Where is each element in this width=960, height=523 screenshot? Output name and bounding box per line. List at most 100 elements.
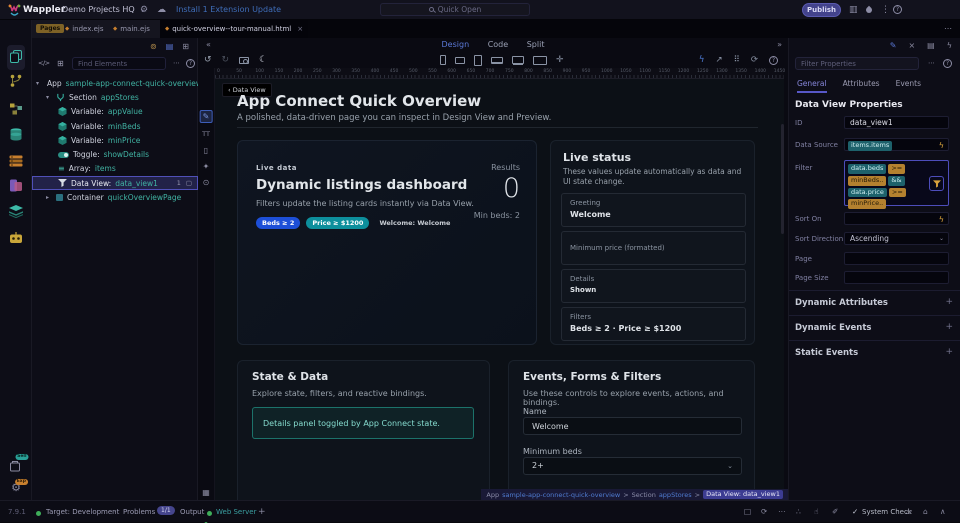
- large-display-icon[interactable]: [533, 56, 547, 65]
- visibility-tool-icon[interactable]: ⊙: [203, 178, 210, 187]
- grid-tool-icon[interactable]: ▦: [202, 488, 210, 497]
- text-tool-icon[interactable]: TT: [202, 130, 210, 138]
- blocks-icon[interactable]: ⠿: [734, 55, 740, 65]
- tab-code[interactable]: Code: [488, 40, 508, 49]
- style-tool-icon[interactable]: ✦: [203, 162, 210, 171]
- lightning-icon[interactable]: ϟ: [947, 41, 952, 50]
- phone-landscape-icon[interactable]: [455, 57, 465, 64]
- undo-icon[interactable]: ↺: [204, 55, 212, 65]
- filter-picker-button[interactable]: [929, 176, 944, 191]
- output-button[interactable]: Output: [180, 501, 204, 523]
- data-source-input[interactable]: items.items ϟ: [844, 138, 949, 151]
- copy-icon[interactable]: ▢: [186, 179, 192, 187]
- sort-on-input[interactable]: ϟ: [844, 212, 949, 225]
- screenshot-icon[interactable]: [239, 57, 249, 64]
- columns-icon[interactable]: ▥: [849, 0, 858, 20]
- tab-events[interactable]: Events: [896, 79, 921, 93]
- sidebar-ai-robot-icon[interactable]: [9, 229, 23, 248]
- tree-item-data-view-selected[interactable]: Data View:data_view1 1▢: [32, 176, 198, 190]
- quick-open-input[interactable]: Quick Open: [380, 3, 530, 16]
- gear-icon[interactable]: ⚙: [140, 0, 148, 20]
- collapse-up-icon[interactable]: ∧: [940, 501, 946, 523]
- props-help-icon[interactable]: ?: [943, 59, 952, 68]
- stack-icon[interactable]: ▤: [927, 41, 935, 50]
- laptop-icon[interactable]: [491, 57, 503, 64]
- web-server-button[interactable]: Web Server: [216, 501, 256, 523]
- filter-token[interactable]: >=: [888, 164, 905, 174]
- phone-portrait-icon[interactable]: [440, 55, 446, 65]
- theme-brush-icon[interactable]: ✐: [832, 501, 838, 523]
- preview-icon[interactable]: ⊚: [150, 42, 157, 51]
- tab-main-ejs[interactable]: ◆main.ejs: [108, 20, 155, 38]
- target-text[interactable]: Target: Development: [46, 501, 119, 523]
- filter-token[interactable]: >=: [889, 188, 906, 198]
- share-nodes-icon[interactable]: ∴: [796, 501, 801, 523]
- tree-item-variable[interactable]: Variable:appValue: [32, 105, 198, 119]
- canvas-scrollbar[interactable]: [781, 124, 784, 234]
- stop-icon[interactable]: □: [744, 501, 751, 523]
- lightning-icon[interactable]: ϟ: [699, 55, 705, 65]
- cut-icon[interactable]: ×: [908, 41, 915, 50]
- breadcrumb-app[interactable]: sample-app-connect-quick-overview: [502, 491, 620, 499]
- panel-icon[interactable]: ▤: [166, 42, 174, 51]
- data-source-token[interactable]: items.items: [848, 141, 892, 151]
- filter-token[interactable]: minBeds..: [848, 176, 886, 186]
- tree-view-icon[interactable]: ⊞: [57, 59, 64, 68]
- dynamic-data-icon[interactable]: ϟ: [939, 140, 944, 151]
- spacing-tool-icon[interactable]: ▯: [204, 146, 208, 155]
- more-icon[interactable]: ⋯: [778, 501, 786, 523]
- cloud-icon[interactable]: ☁: [157, 0, 166, 20]
- filter-properties-input[interactable]: [795, 57, 919, 70]
- page-size-input[interactable]: [844, 271, 949, 284]
- tree-item-container[interactable]: ▸ ContainerquickOverviewPage: [32, 190, 198, 204]
- structure-more-icon[interactable]: ⋯: [173, 59, 180, 67]
- help-icon[interactable]: ?: [893, 5, 902, 14]
- tree-item-variable[interactable]: Variable:minBeds: [32, 119, 198, 133]
- refresh-icon[interactable]: ⟳: [761, 501, 767, 523]
- refresh-icon[interactable]: ⟳: [751, 55, 758, 65]
- add-icon[interactable]: +: [945, 322, 953, 332]
- tab-overflow-icon[interactable]: ⋯: [944, 20, 952, 38]
- dynamic-data-icon[interactable]: ϟ: [939, 214, 944, 225]
- find-elements-input[interactable]: [72, 57, 166, 70]
- section-dynamic-attributes[interactable]: Dynamic Attributes+: [789, 290, 960, 315]
- edit-props-icon[interactable]: ✎: [890, 41, 897, 50]
- add-icon[interactable]: +: [945, 347, 953, 357]
- droplet-icon[interactable]: [865, 6, 873, 14]
- collapse-right-icon[interactable]: »: [777, 40, 782, 49]
- structure-help-icon[interactable]: ?: [186, 59, 195, 68]
- eraser-icon[interactable]: ▱: [906, 501, 912, 523]
- props-more-icon[interactable]: ⋯: [928, 59, 935, 67]
- id-input[interactable]: data_view1: [844, 116, 949, 129]
- add-panel-icon[interactable]: +: [258, 501, 266, 523]
- caret-open-icon[interactable]: ▾: [36, 80, 39, 87]
- redo-icon[interactable]: ↻: [222, 55, 230, 65]
- tree-item-array[interactable]: ≡ Array:items: [32, 162, 198, 176]
- filter-token[interactable]: data.beds: [848, 164, 886, 174]
- sidebar-pages-icon[interactable]: [7, 45, 25, 70]
- sort-direction-select[interactable]: Ascending⌄: [844, 232, 949, 245]
- section-static-events[interactable]: Static Events+: [789, 340, 960, 365]
- section-dynamic-events[interactable]: Dynamic Events+: [789, 315, 960, 340]
- sitemap-icon[interactable]: ⊞: [182, 42, 189, 51]
- sidebar-marketplace-icon[interactable]: Sell: [10, 457, 23, 476]
- close-icon[interactable]: ×: [297, 25, 303, 33]
- tree-item-toggle[interactable]: Toggle:showDetails: [32, 147, 198, 161]
- filter-token[interactable]: data.price: [848, 188, 887, 198]
- share-icon[interactable]: ↗: [716, 55, 723, 65]
- tab-design[interactable]: Design: [442, 40, 470, 49]
- sidebar-database-icon[interactable]: [10, 126, 23, 145]
- tab-attributes[interactable]: Attributes: [843, 79, 880, 93]
- sidebar-layers-icon[interactable]: [9, 203, 23, 222]
- sidebar-settings-icon[interactable]: ⚙Exp: [11, 481, 21, 494]
- page-input[interactable]: [844, 252, 949, 265]
- tree-item-section[interactable]: ▾ SectionappStores: [32, 90, 198, 104]
- sidebar-server-icon[interactable]: [9, 152, 23, 171]
- publish-button[interactable]: Publish: [802, 3, 841, 17]
- problems-button[interactable]: Problems: [123, 501, 155, 523]
- min-beds-select[interactable]: 2+⌄: [523, 457, 742, 475]
- breadcrumb-selected[interactable]: Data View: data_view1: [703, 490, 783, 499]
- kebab-menu-icon[interactable]: ⋮: [881, 0, 890, 20]
- sidebar-git-icon[interactable]: [10, 73, 23, 92]
- home-icon[interactable]: ⌂: [923, 501, 928, 523]
